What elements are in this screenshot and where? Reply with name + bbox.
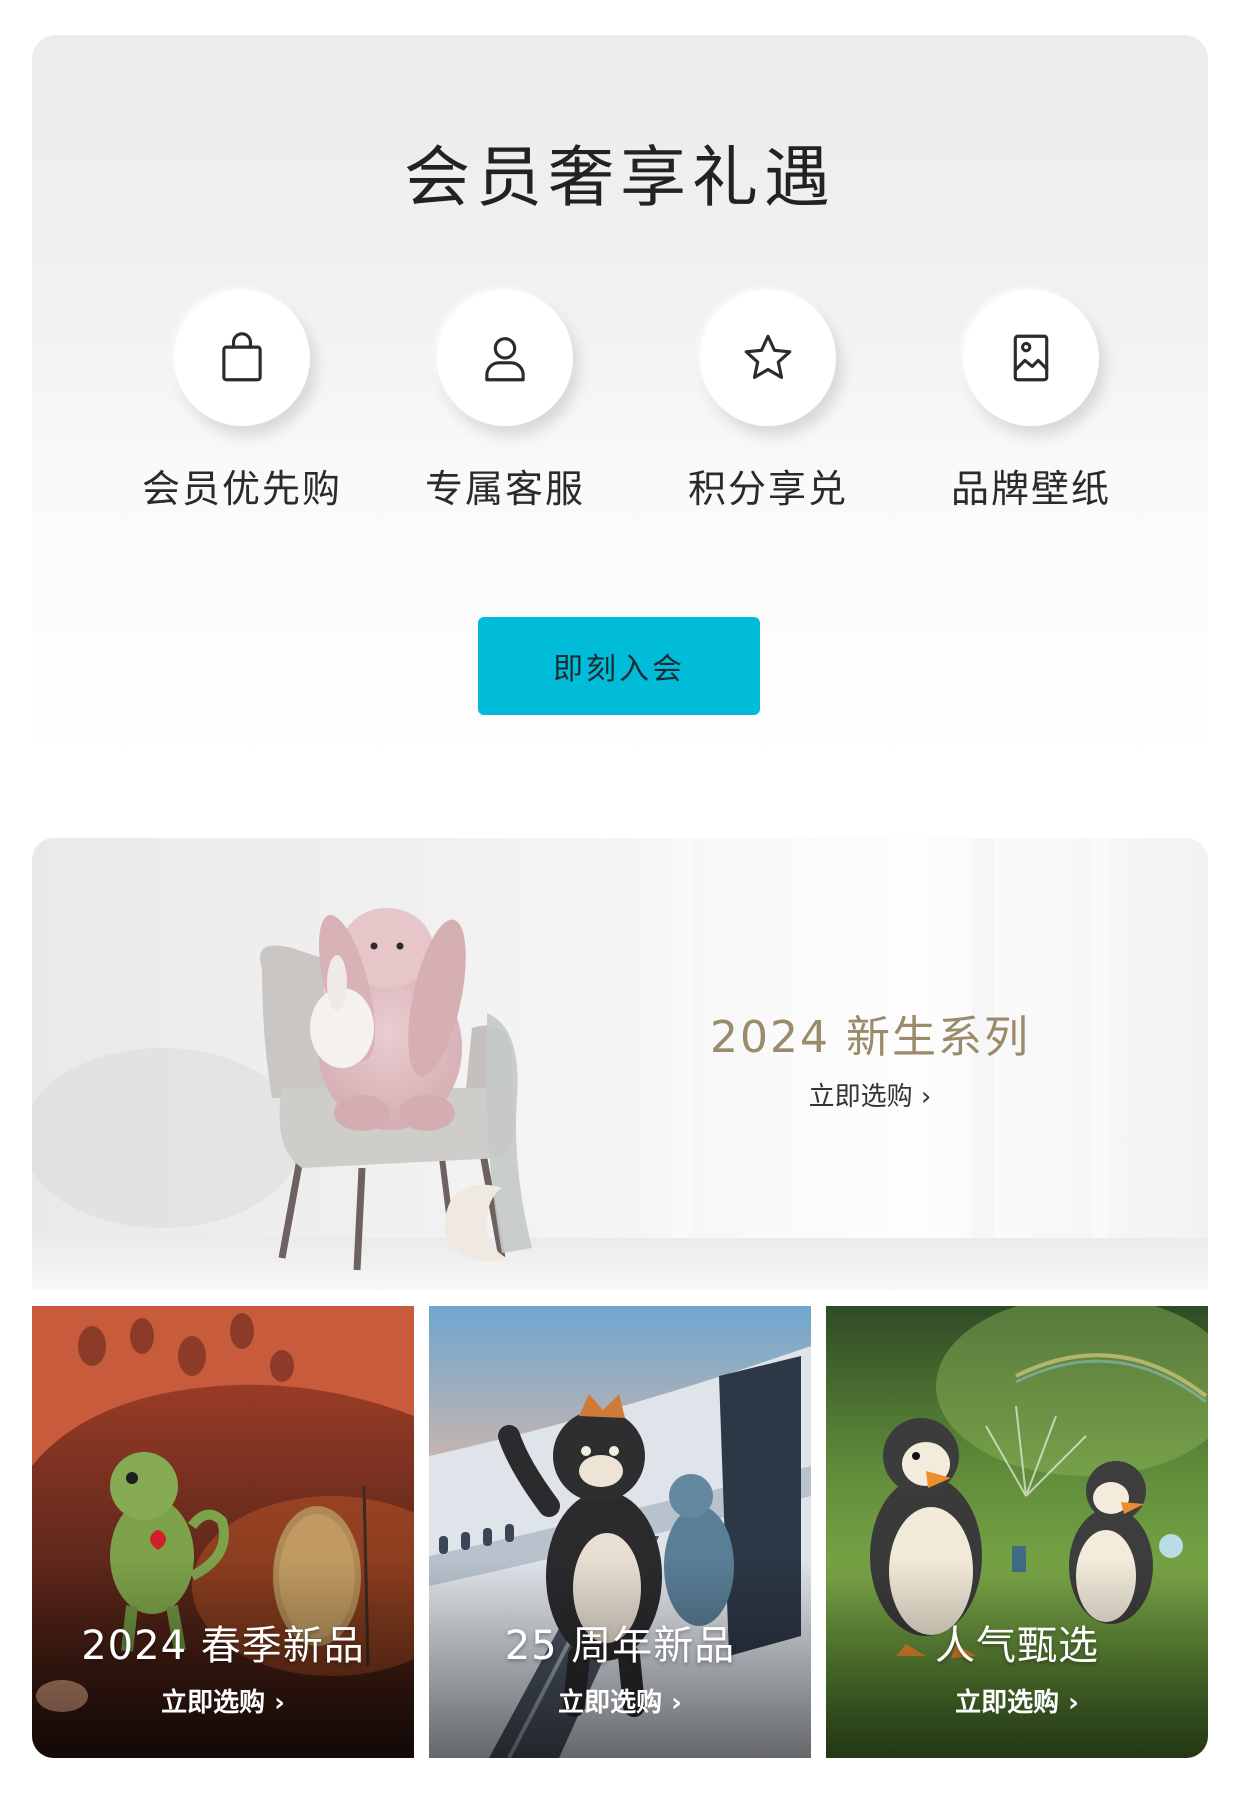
tile-title: 25 周年新品 [504, 1623, 736, 1669]
star-icon [744, 334, 792, 379]
newborn-collection-banner[interactable]: 2024 新生系列 立即选购 › [32, 838, 1208, 1290]
shopping-bag-icon [222, 332, 262, 382]
benefit-circle [437, 290, 573, 426]
tile-shop-now-link[interactable]: 立即选购 › [32, 1690, 414, 1716]
benefit-circle [963, 290, 1099, 426]
anniversary-collection-tile[interactable]: 25 周年新品 立即选购 › [429, 1306, 811, 1758]
benefit-customer-service[interactable]: 专属客服 [373, 290, 637, 508]
tile-shop-now-link[interactable]: 立即选购 › [826, 1690, 1208, 1716]
benefit-label: 会员优先购 [141, 467, 342, 511]
join-now-button[interactable]: 即刻入会 [478, 617, 760, 715]
tile-title: 人气甄选 [935, 1623, 1099, 1669]
benefit-label: 专属客服 [424, 467, 585, 511]
popular-picks-tile[interactable]: 人气甄选 立即选购 › [826, 1306, 1208, 1758]
membership-card: 会员奢享礼遇 会员优先购 专属客服 积分享兑 品牌壁纸 即刻入会 [32, 35, 1208, 765]
benefit-points-redeem[interactable]: 积分享兑 [636, 290, 900, 508]
membership-title: 会员奢享礼遇 [404, 139, 836, 216]
spring-collection-tile[interactable]: 2024 春季新品 立即选购 › [32, 1306, 414, 1758]
benefit-circle [174, 290, 310, 426]
benefit-priority-shopping[interactable]: 会员优先购 [110, 290, 374, 508]
image-icon [1013, 334, 1049, 382]
tile-title: 2024 春季新品 [81, 1623, 365, 1669]
benefit-label: 品牌壁纸 [950, 467, 1111, 511]
benefit-brand-wallpaper[interactable]: 品牌壁纸 [899, 290, 1163, 508]
tile-shop-now-link[interactable]: 立即选购 › [429, 1690, 811, 1716]
promo-tiles: 2024 春季新品 立即选购 › 25 周年新品 立即选购 › 人气甄选 立即选… [32, 1306, 1208, 1758]
hero-shop-now-link[interactable]: 立即选购 › [700, 1084, 1040, 1110]
hero-scene-image [32, 838, 1208, 1290]
hero-title: 2024 新生系列 [710, 1012, 1030, 1063]
user-icon [485, 337, 525, 382]
benefit-circle [700, 290, 836, 426]
benefit-label: 积分享兑 [687, 467, 848, 511]
